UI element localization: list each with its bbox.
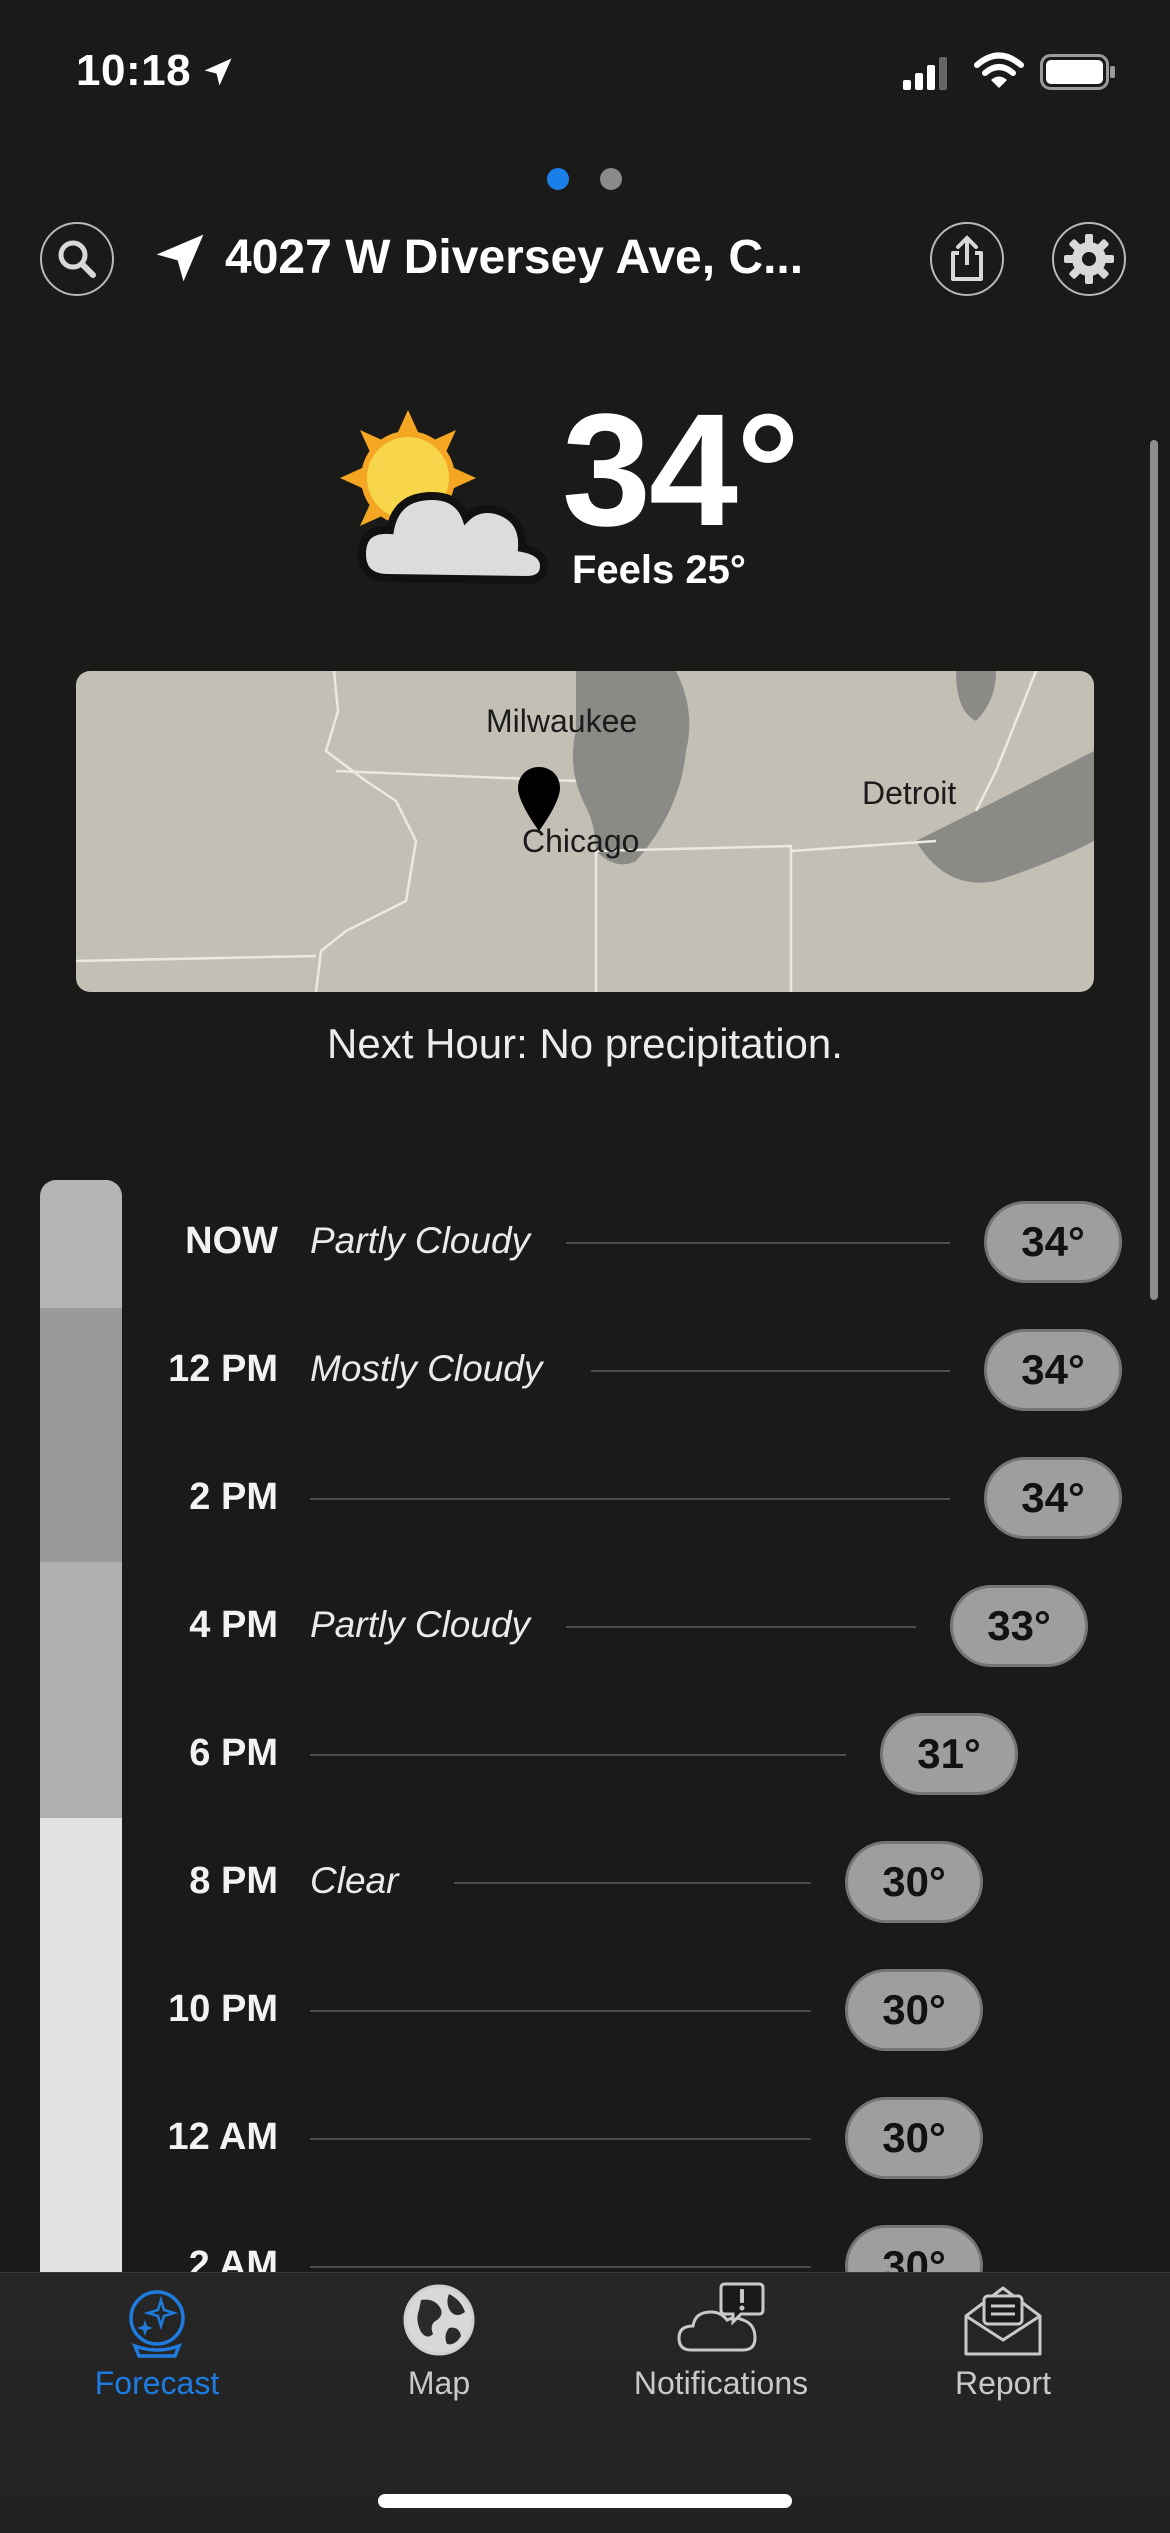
- hourly-time: 6 PM: [189, 1732, 278, 1774]
- share-icon: [951, 235, 983, 281]
- hourly-connector-line: [310, 1754, 846, 1756]
- feels-like-temperature: Feels 25°: [572, 548, 746, 592]
- hourly-connector-line: [310, 2138, 811, 2140]
- cloud-alert-icon: [677, 2282, 765, 2352]
- page-indicator-dot-active[interactable]: [547, 168, 569, 190]
- hourly-temperature-pill[interactable]: 31°: [880, 1713, 1018, 1795]
- tab-notifications[interactable]: Notifications: [575, 2280, 867, 2402]
- hourly-temperature-pill[interactable]: 30°: [845, 1969, 983, 2051]
- hourly-time: 8 PM: [189, 1860, 278, 1902]
- hourly-connector-line: [566, 1626, 916, 1628]
- location-services-icon: [204, 58, 232, 86]
- partly-cloudy-icon: [340, 410, 549, 585]
- scrollbar[interactable]: [1150, 440, 1158, 1300]
- share-button[interactable]: [930, 222, 1004, 296]
- crystal-ball-icon: [129, 2290, 185, 2358]
- battery-icon: [1040, 54, 1115, 90]
- current-location-icon[interactable]: [152, 230, 208, 286]
- hourly-temperature-pill[interactable]: 30°: [845, 2097, 983, 2179]
- next-hour-summary: Next Hour: No precipitation.: [327, 1020, 843, 1067]
- globe-icon: [403, 2284, 475, 2356]
- settings-button[interactable]: [1052, 222, 1126, 296]
- hourly-condition: Partly Cloudy: [310, 1604, 531, 1645]
- search-button[interactable]: [40, 222, 114, 296]
- hourly-condition: Partly Cloudy: [310, 1220, 531, 1261]
- envelope-icon: [964, 2286, 1042, 2356]
- tab-forecast[interactable]: Forecast: [11, 2280, 303, 2402]
- precipitation-map[interactable]: Milwaukee Chicago Detroit: [76, 671, 1094, 992]
- home-indicator[interactable]: [378, 2494, 792, 2508]
- map-label-detroit: Detroit: [862, 775, 957, 811]
- hourly-condition: Mostly Cloudy: [310, 1348, 543, 1389]
- hourly-time: 10 PM: [168, 1988, 278, 2030]
- hourly-connector-line: [454, 1882, 811, 1884]
- condition-timeline-bar: [40, 1180, 122, 2280]
- hourly-time: 12 PM: [168, 1348, 278, 1390]
- hourly-time: NOW: [185, 1220, 278, 1262]
- map-label-milwaukee: Milwaukee: [486, 703, 638, 739]
- hourly-temperature-pill[interactable]: 30°: [845, 1841, 983, 1923]
- gear-icon: [1064, 234, 1114, 284]
- tab-map[interactable]: Map: [293, 2280, 585, 2402]
- current-temperature: 34°: [562, 380, 800, 559]
- hourly-temperature-pill[interactable]: 34°: [984, 1457, 1122, 1539]
- location-pin-icon: [518, 767, 560, 831]
- search-icon: [58, 240, 96, 278]
- hourly-condition: Clear: [310, 1860, 399, 1901]
- hourly-temperature-pill[interactable]: 33°: [950, 1585, 1088, 1667]
- hourly-connector-line: [591, 1370, 950, 1372]
- status-time: 10:18: [76, 46, 192, 95]
- page-indicator-dot[interactable]: [600, 168, 622, 190]
- tab-label: Map: [407, 2365, 471, 2401]
- hourly-time: 4 PM: [189, 1604, 278, 1646]
- hourly-connector-line: [310, 1498, 950, 1500]
- hourly-time: 2 PM: [189, 1476, 278, 1518]
- hourly-time: 12 AM: [167, 2116, 278, 2158]
- tab-label: Notifications: [633, 2365, 809, 2401]
- tab-label: Forecast: [94, 2365, 220, 2401]
- wifi-icon: [974, 52, 1024, 88]
- tab-label: Report: [954, 2365, 1052, 2401]
- hourly-connector-line: [310, 2010, 811, 2012]
- hourly-temperature-pill[interactable]: 34°: [984, 1329, 1122, 1411]
- hourly-temperature-pill[interactable]: 34°: [984, 1201, 1122, 1283]
- hourly-connector-line: [310, 2266, 811, 2268]
- tab-report[interactable]: Report: [857, 2280, 1149, 2402]
- hourly-connector-line: [566, 1242, 950, 1244]
- location-address[interactable]: 4027 W Diversey Ave, C...: [225, 230, 803, 285]
- cellular-signal-icon: [903, 57, 947, 90]
